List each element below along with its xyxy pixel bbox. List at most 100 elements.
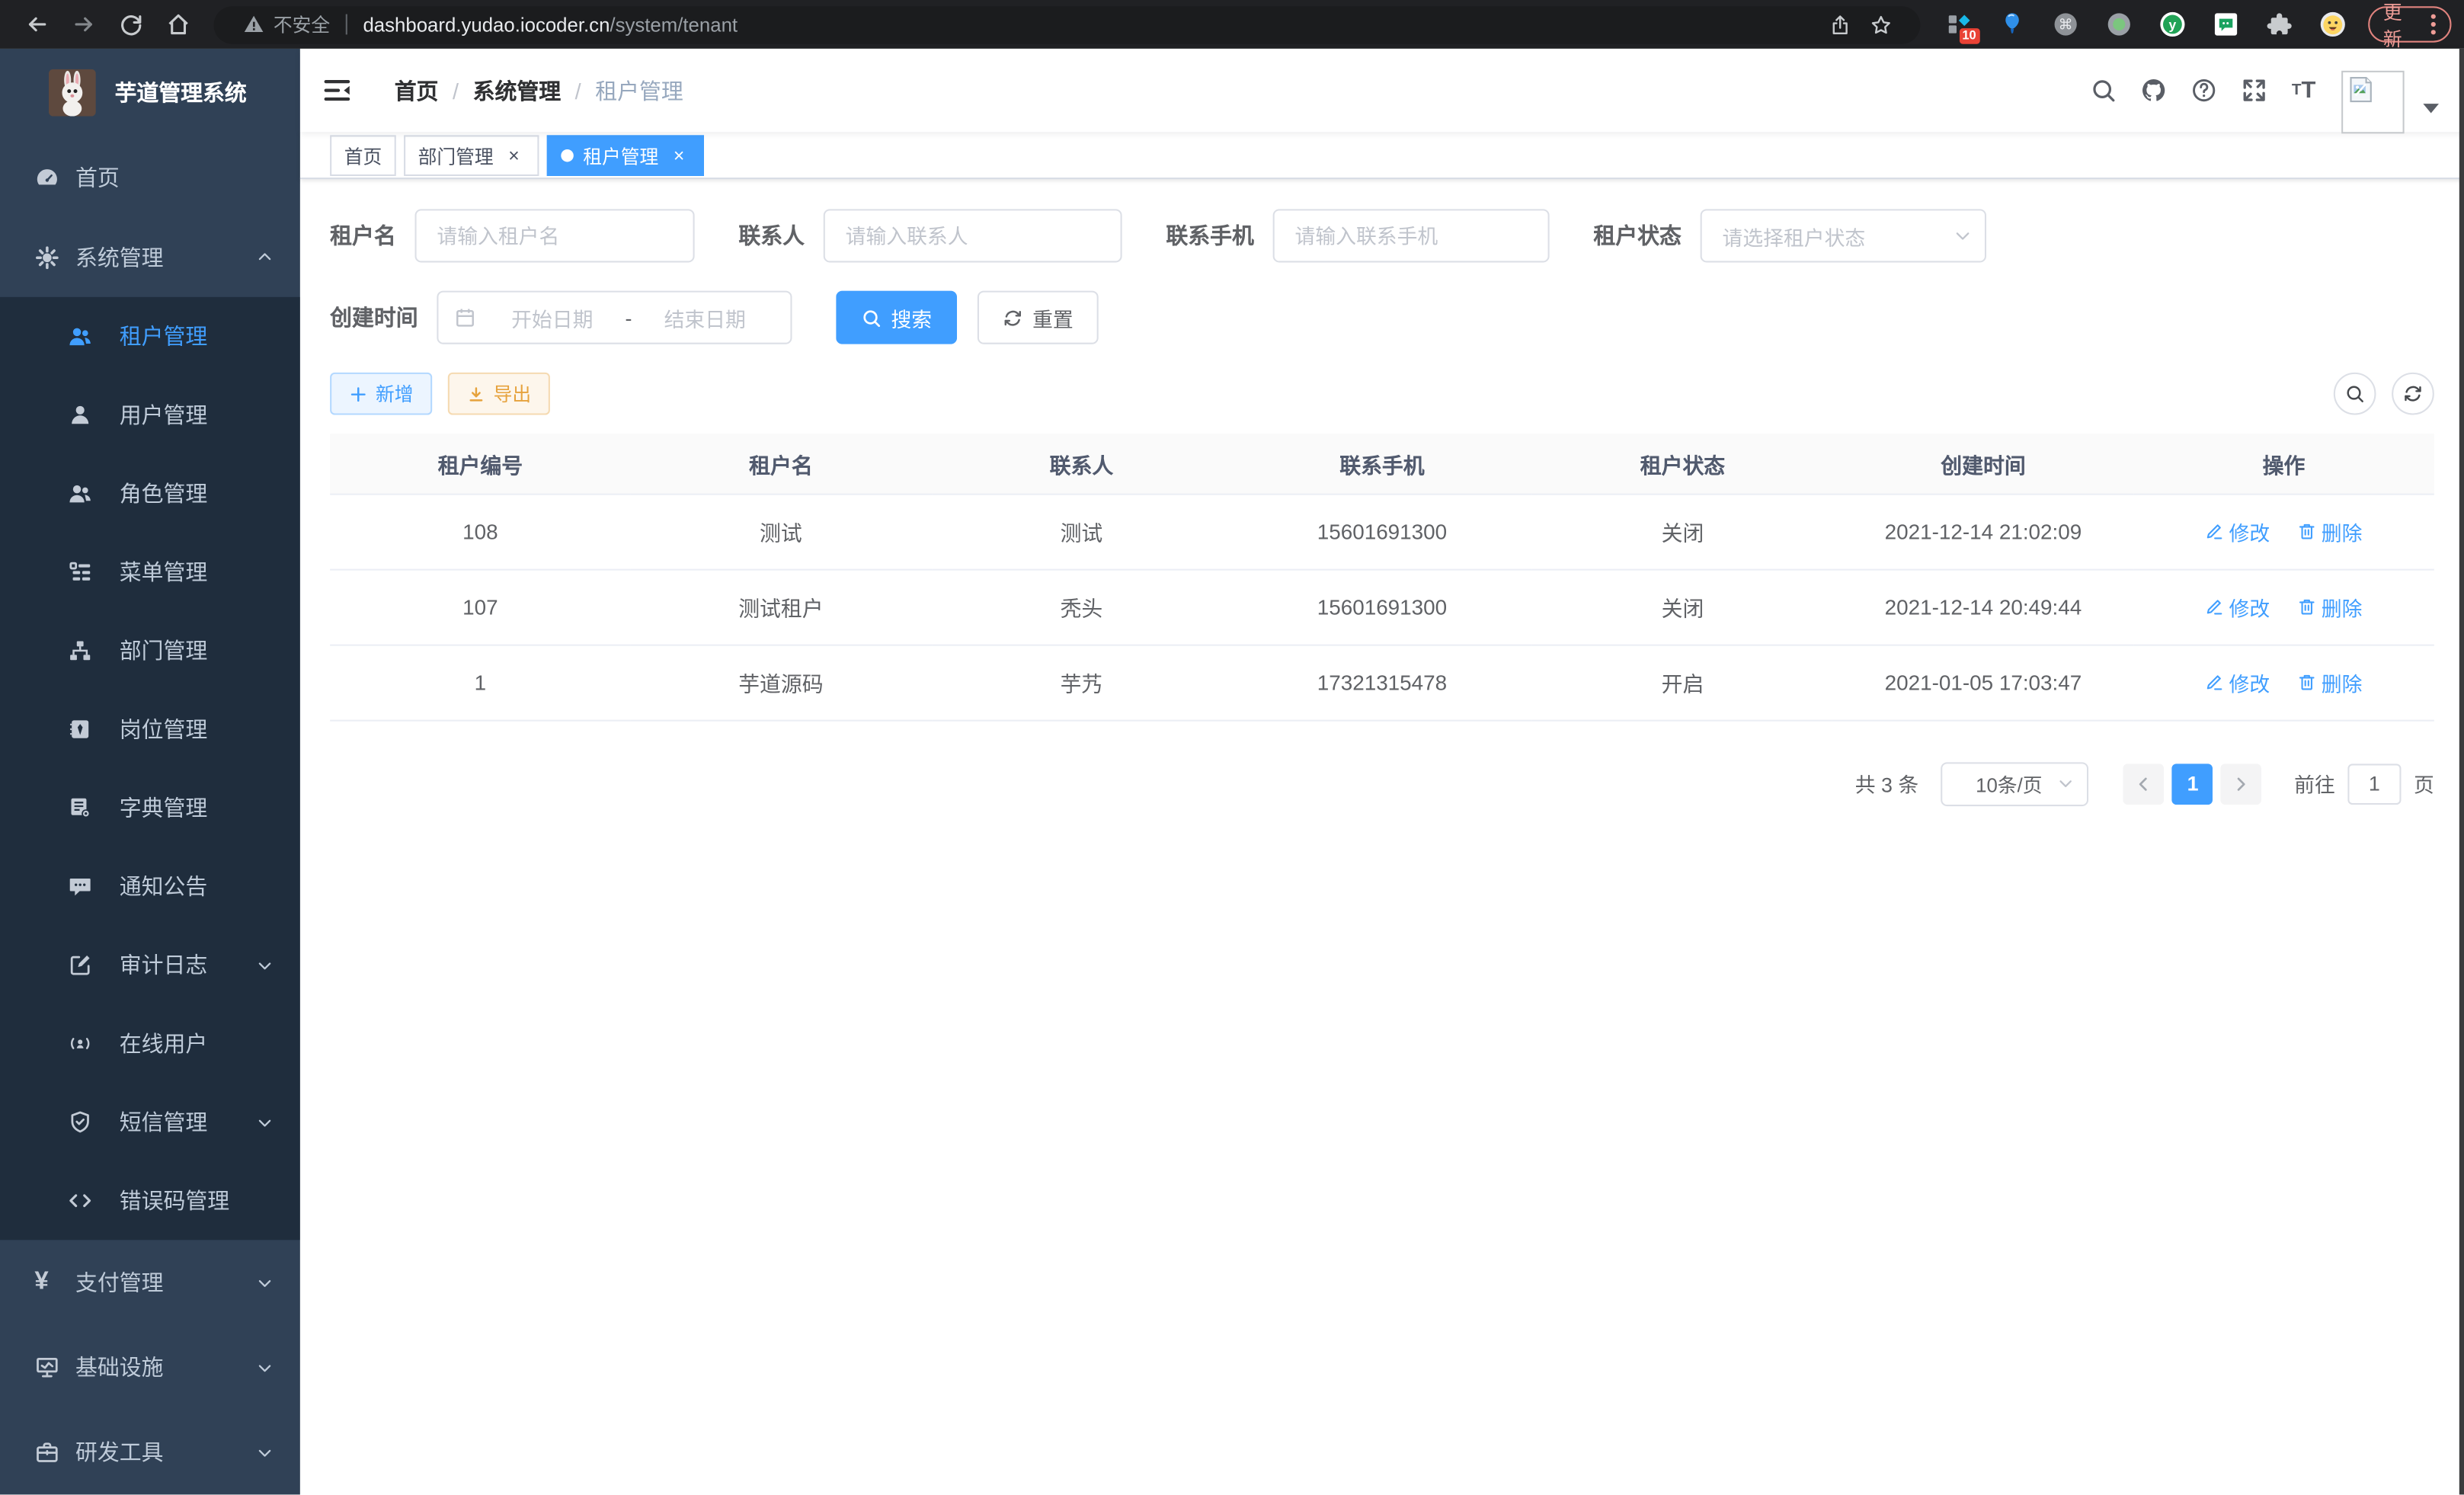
forward-icon[interactable] — [59, 4, 107, 45]
fullscreen-icon[interactable] — [2229, 66, 2279, 116]
sidebar-item-notice[interactable]: 通知公告 — [0, 847, 300, 926]
sidebar-item-infrastructure[interactable]: 基础设施 — [0, 1325, 300, 1410]
sidebar-item-label: 首页 — [75, 161, 120, 192]
home-icon[interactable] — [154, 4, 201, 45]
sidebar-collapse-icon[interactable] — [322, 75, 354, 106]
help-icon[interactable] — [2178, 66, 2229, 116]
chevron-left-icon — [2135, 774, 2154, 793]
github-icon[interactable] — [2128, 66, 2178, 116]
edit-link[interactable]: 修改 — [2206, 517, 2270, 546]
export-button[interactable]: 导出 — [448, 373, 550, 415]
end-date-placeholder: 结束日期 — [635, 303, 775, 332]
sidebar-item-label: 岗位管理 — [120, 713, 208, 744]
edit-link[interactable]: 修改 — [2206, 667, 2270, 697]
sidebar-item-payment[interactable]: ¥ 支付管理 — [0, 1240, 300, 1324]
status-select[interactable]: 请选择租户状态 — [1701, 209, 1986, 262]
sidebar-item-sms[interactable]: 短信管理 — [0, 1083, 300, 1161]
sidebar-item-posts[interactable]: 岗位管理 — [0, 690, 300, 768]
emoji-avatar-icon[interactable] — [2309, 5, 2355, 43]
y-extension-icon[interactable]: y — [2149, 5, 2195, 43]
edit-icon — [2206, 673, 2225, 692]
page-unit-label: 页 — [2414, 769, 2434, 799]
contact-input[interactable] — [824, 209, 1122, 262]
cell-actions: 修改 删除 — [2133, 645, 2434, 720]
cell-created: 2021-01-05 17:03:47 — [1833, 645, 2134, 720]
next-page-button[interactable] — [2221, 763, 2262, 804]
tab-label: 租户管理 — [583, 142, 658, 169]
create-time-range-picker[interactable]: 开始日期 - 结束日期 — [437, 291, 792, 344]
search-button-label: 搜索 — [891, 303, 932, 332]
url-path[interactable]: /system/tenant — [610, 14, 738, 36]
svg-text:y: y — [2168, 18, 2176, 33]
tenant-name-input[interactable] — [415, 209, 695, 262]
sidebar-item-menus[interactable]: 菜单管理 — [0, 533, 300, 611]
download-icon — [467, 384, 486, 403]
sidebar-item-departments[interactable]: 部门管理 — [0, 611, 300, 690]
share-icon[interactable] — [1819, 7, 1860, 41]
audit-log-icon — [68, 952, 93, 978]
record-extension-icon[interactable] — [2095, 5, 2141, 43]
sidebar-item-home[interactable]: 首页 — [0, 136, 300, 216]
sidebar-logo[interactable]: 芋道管理系统 — [0, 49, 300, 137]
puzzle-extension-icon[interactable] — [2256, 5, 2302, 43]
browser-menu-icon[interactable] — [2431, 14, 2436, 35]
back-icon[interactable] — [13, 4, 60, 45]
omnibox-divider — [346, 14, 347, 35]
update-button[interactable]: 更新 — [2367, 6, 2451, 42]
search-button[interactable]: 搜索 — [836, 291, 957, 344]
reload-icon[interactable] — [107, 4, 154, 45]
post-icon — [68, 717, 93, 742]
url-host[interactable]: dashboard.yudao.iocoder.cn — [363, 14, 610, 36]
breadcrumb-system[interactable]: 系统管理 — [473, 75, 562, 106]
edit-link[interactable]: 修改 — [2206, 592, 2270, 622]
chat-extension-icon[interactable] — [2203, 5, 2248, 43]
chevron-right-icon — [2232, 774, 2251, 793]
table-row: 1 芋道源码 芋艿 17321315478 开启 2021-01-05 17:0… — [330, 645, 2434, 720]
sidebar-item-dev-tools[interactable]: 研发工具 — [0, 1410, 300, 1494]
sidebar-item-roles[interactable]: 角色管理 — [0, 454, 300, 533]
update-label: 更新 — [2383, 0, 2420, 51]
mobile-input[interactable] — [1273, 209, 1550, 262]
delete-link[interactable]: 删除 — [2298, 667, 2363, 697]
table-search-toggle-icon[interactable] — [2334, 373, 2376, 415]
tiles-extension-icon[interactable]: 10 — [1935, 5, 1981, 43]
tab-home[interactable]: 首页 — [330, 135, 396, 176]
tab-department[interactable]: 部门管理 × — [404, 135, 539, 176]
broken-avatar-image[interactable] — [2341, 70, 2405, 133]
sidebar-item-users[interactable]: 用户管理 — [0, 376, 300, 454]
sidebar-item-dict[interactable]: 字典管理 — [0, 769, 300, 847]
sidebar-item-online-users[interactable]: 在线用户 — [0, 1004, 300, 1083]
table-refresh-icon[interactable] — [2392, 373, 2434, 415]
sidebar-item-audit-log[interactable]: 审计日志 — [0, 926, 300, 1004]
reset-button[interactable]: 重置 — [978, 291, 1099, 344]
font-size-icon[interactable]: TT — [2279, 66, 2329, 116]
close-icon[interactable]: × — [668, 145, 690, 167]
breadcrumb-home[interactable]: 首页 — [395, 75, 439, 106]
search-icon[interactable] — [2078, 66, 2128, 116]
tab-tenant[interactable]: 租户管理 × — [547, 135, 704, 176]
sidebar-item-system[interactable]: 系统管理 — [0, 217, 300, 297]
address-bar[interactable]: 不安全 dashboard.yudao.iocoder.cn/system/te… — [214, 5, 1920, 43]
trash-icon — [2298, 673, 2317, 692]
sidebar-item-error-code[interactable]: 错误码管理 — [0, 1161, 300, 1240]
trash-icon — [2298, 597, 2317, 616]
page-number-1[interactable]: 1 — [2172, 763, 2213, 804]
security-label[interactable]: 不安全 — [274, 11, 330, 37]
balloon-extension-icon[interactable] — [1989, 5, 2034, 43]
app-title: 芋道管理系统 — [115, 77, 247, 108]
close-icon[interactable]: × — [503, 145, 525, 167]
sidebar-item-tenant[interactable]: 租户管理 — [0, 297, 300, 376]
delete-link[interactable]: 删除 — [2298, 517, 2363, 546]
command-extension-icon[interactable]: ⌘ — [2042, 5, 2088, 43]
prev-page-button[interactable] — [2123, 763, 2165, 804]
goto-page-input[interactable] — [2347, 763, 2401, 804]
goto-label: 前往 — [2294, 769, 2335, 799]
cell-actions: 修改 删除 — [2133, 569, 2434, 645]
delete-link[interactable]: 删除 — [2298, 592, 2363, 622]
start-date-placeholder: 开始日期 — [482, 303, 622, 332]
caret-down-icon[interactable] — [2423, 103, 2439, 112]
add-button[interactable]: 新增 — [330, 373, 432, 415]
page-size-select[interactable]: 10条/页 — [1941, 761, 2088, 805]
star-icon[interactable] — [1860, 7, 1901, 41]
table-row: 107 测试租户 秃头 15601691300 关闭 2021-12-14 20… — [330, 569, 2434, 645]
